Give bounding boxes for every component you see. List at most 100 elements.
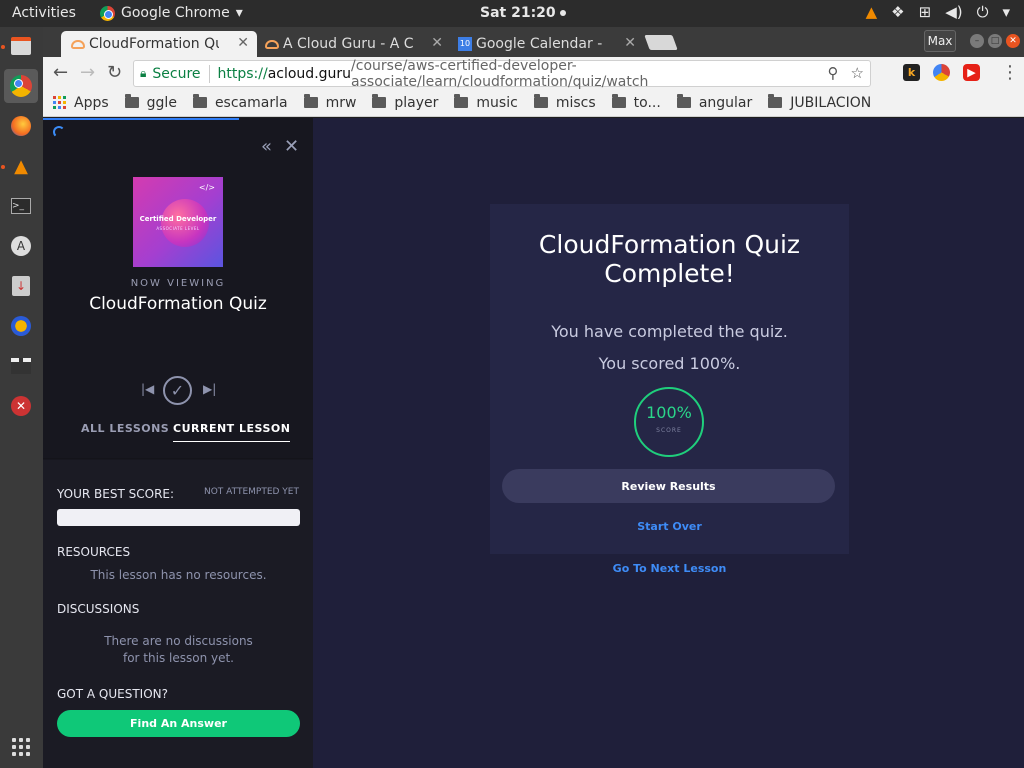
- clock-label: Sat 21:20: [480, 5, 556, 21]
- discussions-heading: DISCUSSIONS: [57, 602, 140, 616]
- extension-k-icon[interactable]: k: [903, 64, 920, 81]
- code-icon: </>: [198, 183, 215, 192]
- complete-check-icon[interactable]: ✓: [163, 376, 192, 405]
- notification-dot-icon: [559, 10, 566, 16]
- browser-tab-strip: CloudFormation Qu ✕ A Cloud Guru - A Cl …: [43, 27, 1024, 57]
- vlc-tray-icon[interactable]: ▲: [866, 3, 878, 21]
- bookmark-star-icon[interactable]: ☆: [851, 64, 864, 82]
- close-icon[interactable]: ✕: [284, 136, 299, 157]
- sidebar-divider: [43, 458, 313, 459]
- tab-cloudformation-quiz[interactable]: CloudFormation Qu ✕: [61, 31, 257, 57]
- audio-app-icon[interactable]: [4, 309, 38, 343]
- tab-current-lesson[interactable]: CURRENT LESSON: [173, 422, 291, 442]
- cloud-favicon-icon: [71, 40, 85, 49]
- secure-label: Secure: [152, 65, 201, 82]
- score-ring: 100% SCORE: [634, 387, 704, 457]
- lesson-sidebar: « ✕ </> Certified Developer ASSOCIATE LE…: [43, 118, 313, 768]
- app-menu[interactable]: Google Chrome ▾: [100, 5, 243, 21]
- folder-icon: [303, 94, 318, 108]
- forward-arrow-icon[interactable]: →: [80, 62, 95, 83]
- files-manager-icon[interactable]: [4, 29, 38, 63]
- terminal-icon[interactable]: >_: [4, 189, 38, 223]
- tab-a-cloud-guru[interactable]: A Cloud Guru - A Cl ✕: [255, 31, 451, 57]
- bookmark-apps[interactable]: Apps: [53, 95, 109, 111]
- minimize-window-icon[interactable]: –: [970, 34, 984, 48]
- close-icon[interactable]: ✕: [624, 35, 636, 51]
- folder-icon: [454, 94, 469, 108]
- collapse-sidebar-icon[interactable]: «: [261, 136, 272, 157]
- close-icon[interactable]: ✕: [237, 35, 249, 51]
- address-bar[interactable]: 🔒︎ Secure https://acloud.guru/course/aws…: [133, 58, 871, 90]
- loading-spinner-icon: [53, 126, 65, 138]
- show-applications-icon[interactable]: [12, 738, 30, 756]
- dropbox-icon[interactable]: ❖: [891, 3, 904, 21]
- extension-color-icon[interactable]: [933, 64, 950, 81]
- quiz-complete-title: CloudFormation Quiz Complete!: [490, 230, 849, 288]
- new-tab-button[interactable]: [644, 35, 678, 50]
- scored-text: You scored 100%.: [598, 354, 741, 373]
- folder-icon: [124, 94, 139, 108]
- page-content: « ✕ </> Certified Developer ASSOCIATE LE…: [43, 118, 1024, 768]
- omnibox-divider: [208, 64, 210, 83]
- system-tools-icon[interactable]: ✕: [4, 389, 38, 423]
- folder-icon: [768, 94, 783, 108]
- download-manager-icon[interactable]: ↓: [4, 269, 38, 303]
- reload-icon[interactable]: ↻: [107, 62, 122, 83]
- volume-icon[interactable]: ◀): [945, 3, 962, 21]
- question-heading: GOT A QUESTION?: [57, 687, 168, 701]
- score-label: SCORE: [656, 427, 682, 434]
- close-icon[interactable]: ✕: [431, 35, 443, 51]
- bookmark-folder[interactable]: player: [372, 94, 438, 111]
- vlc-icon[interactable]: ▲: [4, 149, 38, 183]
- zoom-icon[interactable]: ⚲: [828, 64, 839, 82]
- course-art-circle: [161, 199, 209, 247]
- score-value: 100%: [646, 403, 692, 422]
- quiz-complete-card: CloudFormation Quiz Complete! You have c…: [490, 204, 849, 554]
- browser-menu-icon[interactable]: ⋮: [1001, 62, 1019, 83]
- firefox-icon[interactable]: [4, 109, 38, 143]
- chrome-launcher-icon[interactable]: [4, 69, 38, 103]
- extension-youtube-icon[interactable]: ▶: [963, 64, 980, 81]
- network-icon[interactable]: ⊞: [919, 3, 932, 21]
- bookmark-folder[interactable]: escamarla: [192, 94, 288, 111]
- bookmark-folder[interactable]: to...: [611, 94, 661, 111]
- start-over-link[interactable]: Start Over: [490, 520, 849, 533]
- browser-toolbar: ← → ↻ 🔒︎ Secure https://acloud.guru/cour…: [43, 57, 1024, 90]
- resources-heading: RESOURCES: [57, 545, 131, 559]
- lesson-title: CloudFormation Quiz: [89, 294, 267, 314]
- find-answer-button[interactable]: Find An Answer: [57, 710, 300, 737]
- bookmark-label: mrw: [325, 94, 357, 111]
- best-score-bar: [57, 509, 300, 526]
- best-score-status: NOT ATTEMPTED YET: [203, 487, 299, 497]
- bookmark-folder[interactable]: music: [454, 94, 518, 111]
- maximize-window-icon[interactable]: □: [988, 34, 1002, 48]
- window-max-label[interactable]: Max: [924, 30, 956, 52]
- bookmark-folder[interactable]: miscs: [533, 94, 596, 111]
- clock[interactable]: Sat 21:20: [480, 5, 566, 21]
- now-viewing-label: NOW VIEWING: [130, 278, 226, 289]
- power-icon[interactable]: ⏻: [977, 3, 989, 21]
- bookmark-folder[interactable]: angular: [676, 94, 752, 111]
- chevron-down-icon[interactable]: ▾: [1002, 3, 1010, 21]
- bookmark-folder[interactable]: ggle: [124, 94, 177, 111]
- close-window-icon[interactable]: ✕: [1006, 34, 1020, 48]
- bookmark-folder[interactable]: mrw: [303, 94, 357, 111]
- next-lesson-icon[interactable]: ▶|: [203, 382, 216, 396]
- tab-all-lessons[interactable]: ALL LESSONS: [81, 422, 169, 435]
- tab-google-calendar[interactable]: 10 Google Calendar - 4 ✕: [448, 31, 644, 57]
- previous-lesson-icon[interactable]: |◀: [141, 382, 154, 396]
- bookmarks-bar: Apps ggle escamarla mrw player music mis…: [43, 89, 1024, 117]
- video-editor-icon[interactable]: [4, 349, 38, 383]
- apps-grid-icon: [53, 96, 66, 109]
- folder-icon: [611, 94, 626, 108]
- back-arrow-icon[interactable]: ←: [53, 62, 68, 83]
- next-lesson-link[interactable]: Go To Next Lesson: [490, 562, 849, 575]
- launcher-dock: ▲ >_ A ↓ ✕: [0, 27, 43, 768]
- software-updater-icon[interactable]: A: [4, 229, 38, 263]
- review-results-button[interactable]: Review Results: [502, 469, 835, 503]
- bookmark-label: ggle: [146, 94, 177, 111]
- folder-icon: [192, 94, 207, 108]
- lock-icon: 🔒︎: [140, 66, 147, 80]
- activities-button[interactable]: Activities: [12, 5, 76, 21]
- bookmark-folder[interactable]: JUBILACION: [768, 94, 871, 111]
